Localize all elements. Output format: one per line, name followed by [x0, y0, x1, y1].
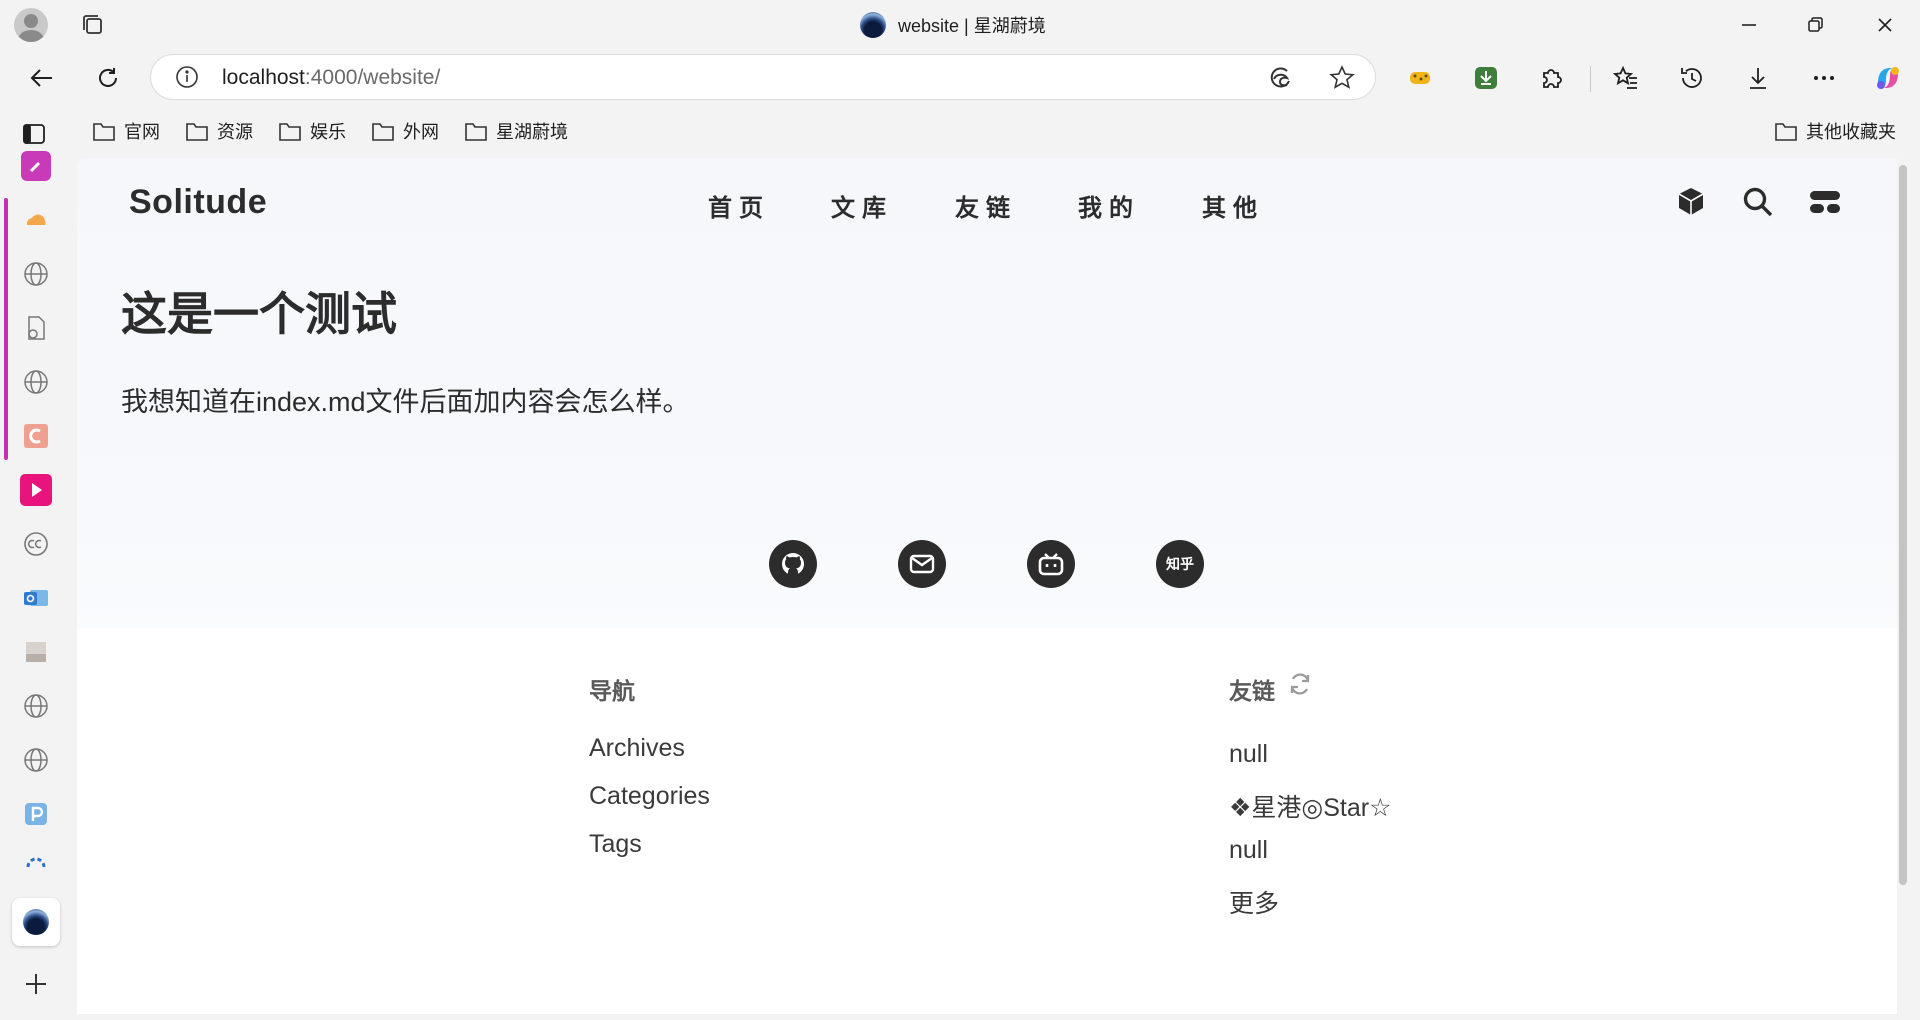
post-title: 这是一个测试 — [121, 287, 397, 341]
workspaces-icon[interactable] — [78, 10, 108, 40]
sidebar-globe-icon[interactable] — [18, 256, 54, 292]
folder-icon — [372, 123, 394, 141]
sidebar-add-icon[interactable] — [18, 966, 54, 1002]
sidebar-outlook-icon[interactable] — [18, 580, 54, 616]
footer-link-tags[interactable]: Tags — [589, 830, 642, 859]
search-icon[interactable] — [1738, 182, 1778, 222]
footer-link-categories[interactable]: Categories — [589, 782, 710, 811]
folder-icon — [465, 123, 487, 141]
folder-icon — [1775, 123, 1797, 141]
other-favorites[interactable]: 其他收藏夹 — [1774, 116, 1896, 146]
bookmark-label: 娱乐 — [310, 122, 346, 142]
toolbar-divider — [1590, 66, 1591, 92]
sidebar-active-site-button[interactable] — [12, 898, 60, 946]
edge-app-icon[interactable] — [1266, 64, 1294, 92]
friend-link[interactable]: null — [1229, 836, 1268, 865]
friends-more-link[interactable]: 更多 — [1229, 884, 1279, 920]
tab-title-text: website | 星湖蔚境 — [898, 16, 1046, 36]
favorites-icon[interactable] — [1604, 56, 1648, 100]
bookmark-folder-2[interactable]: 娱乐 — [278, 116, 346, 146]
nav-home[interactable]: 首页 — [708, 188, 770, 223]
extensions-puzzle-icon[interactable] — [1530, 56, 1574, 100]
friend-link[interactable]: null — [1229, 740, 1268, 769]
menu-toggle-icon[interactable] — [1805, 182, 1845, 222]
bilibili-icon — [1038, 553, 1064, 576]
site-info-icon[interactable] — [174, 64, 200, 90]
url-text[interactable]: localhost:4000/website/ — [222, 66, 440, 90]
folder-icon — [93, 123, 115, 141]
sidebar-document-icon[interactable] — [18, 310, 54, 346]
nav-mine[interactable]: 我的 — [1078, 188, 1140, 223]
refresh-friends-icon[interactable] — [1287, 671, 1315, 699]
sidebar-p-app-icon[interactable] — [18, 796, 54, 832]
reload-button[interactable] — [86, 56, 130, 100]
sidebar-cloud-icon[interactable] — [18, 202, 54, 238]
nav-library[interactable]: 文库 — [831, 188, 893, 223]
bookmark-folder-0[interactable]: 官网 — [92, 116, 160, 146]
zhihu-link[interactable]: 知乎 — [1156, 540, 1204, 588]
email-link[interactable] — [898, 540, 946, 588]
bookmark-label: 官网 — [124, 122, 160, 142]
sidebar-globe-icon[interactable] — [18, 742, 54, 778]
mail-icon — [909, 554, 935, 574]
url-path: :4000/website/ — [304, 66, 441, 89]
back-button[interactable] — [20, 56, 64, 100]
zhihu-label: 知乎 — [1166, 556, 1194, 572]
profile-avatar[interactable] — [14, 8, 48, 42]
sidebar-app-pink-icon[interactable] — [18, 150, 54, 186]
cube-icon[interactable] — [1671, 182, 1711, 222]
favorite-star-icon[interactable] — [1328, 64, 1356, 92]
url-host: localhost — [222, 66, 305, 89]
sidebar-accent-strip — [4, 198, 8, 460]
more-menu-icon[interactable] — [1802, 56, 1846, 100]
post-body: 我想知道在index.md文件后面加内容会怎么样。 — [121, 387, 690, 417]
sidebar-globe-icon[interactable] — [18, 364, 54, 400]
page-viewport: Solitude 首页 文库 友链 我的 其他 这是一个测试 我想知道在inde… — [77, 158, 1897, 1014]
bookmark-label: 外网 — [403, 122, 439, 142]
bookmark-folder-1[interactable]: 资源 — [185, 116, 253, 146]
bookmark-label: 星湖蔚境 — [496, 122, 568, 142]
bookmark-label: 资源 — [217, 122, 253, 142]
downloads-icon[interactable] — [1736, 56, 1780, 100]
sidebar-toggle-icon[interactable] — [20, 120, 48, 148]
minimize-button[interactable] — [1716, 0, 1782, 50]
nav-friends[interactable]: 友链 — [955, 188, 1017, 223]
copilot-icon[interactable] — [1866, 56, 1910, 100]
nav-other[interactable]: 其他 — [1202, 188, 1264, 223]
friend-link[interactable]: ❖星港◎Star☆ — [1229, 788, 1392, 824]
site-favicon-icon — [23, 909, 49, 935]
sidebar-cc-icon[interactable] — [18, 526, 54, 562]
footer-nav-heading: 导航 — [589, 678, 635, 704]
sidebar-image-icon[interactable] — [18, 634, 54, 670]
site-favicon-icon — [860, 12, 886, 38]
window-tab-title: website | 星湖蔚境 — [860, 8, 1046, 42]
extension-cheetah-icon[interactable] — [1398, 56, 1442, 100]
close-window-button[interactable] — [1852, 0, 1918, 50]
history-icon[interactable] — [1670, 56, 1714, 100]
sidebar-globe-icon[interactable] — [18, 688, 54, 724]
github-icon — [782, 553, 804, 575]
other-favorites-label: 其他收藏夹 — [1806, 122, 1896, 142]
page-scrollbar[interactable] — [1899, 165, 1907, 885]
bilibili-link[interactable] — [1027, 540, 1075, 588]
bookmark-folder-3[interactable]: 外网 — [371, 116, 439, 146]
github-link[interactable] — [769, 540, 817, 588]
sidebar-c-app-icon[interactable] — [18, 418, 54, 454]
folder-icon — [186, 123, 208, 141]
restore-button[interactable] — [1782, 0, 1848, 50]
extension-download-icon[interactable] — [1464, 56, 1508, 100]
footer-friends-heading: 友链 — [1229, 678, 1275, 704]
bookmark-folder-4[interactable]: 星湖蔚境 — [464, 116, 568, 146]
sidebar-play-icon[interactable] — [18, 472, 54, 508]
site-brand[interactable]: Solitude — [129, 183, 267, 222]
folder-icon — [279, 123, 301, 141]
sidebar-dots-icon[interactable] — [18, 846, 54, 882]
footer-link-archives[interactable]: Archives — [589, 734, 685, 763]
